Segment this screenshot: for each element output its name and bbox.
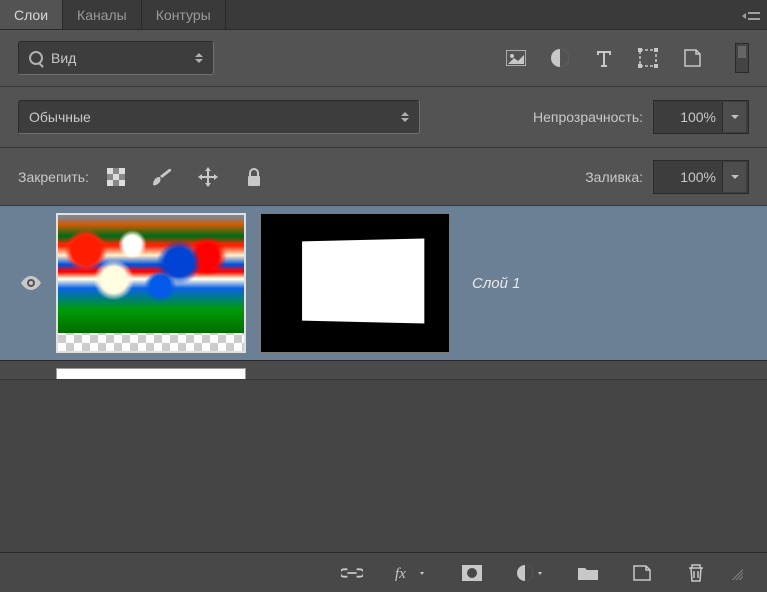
tab-paths[interactable]: Контуры [142,0,226,29]
lock-label: Закрепить: [18,169,89,185]
fill-value: 100% [664,169,716,185]
add-mask-icon[interactable] [461,562,483,584]
opacity-field[interactable]: 100% [653,100,749,134]
fill-label: Заливка: [585,169,643,185]
filter-icons [505,47,703,69]
new-group-icon[interactable] [577,562,599,584]
layer-thumbnail[interactable] [56,368,246,379]
layer-effects-icon[interactable]: fx [395,562,429,584]
lock-row: Закрепить: Заливка: 100% [0,148,767,206]
svg-text:fx: fx [395,566,406,582]
filter-kind-dropdown[interactable]: Вид [18,41,214,75]
lock-transparency-icon[interactable] [105,166,127,188]
lock-position-icon[interactable] [197,166,219,188]
fill-field[interactable]: 100% [653,160,749,194]
filter-adjustment-icon[interactable] [549,47,571,69]
filter-kind-label: Вид [51,50,76,66]
adjustment-layer-icon[interactable] [515,562,545,584]
lock-paint-icon[interactable] [151,166,173,188]
layer-name[interactable]: Слой 1 [472,275,521,292]
layer-row[interactable]: Слой 1 [0,206,767,361]
resize-grip[interactable] [729,566,743,580]
layers-list: Слой 1 Фон [0,206,767,379]
filter-smartobject-icon[interactable] [681,47,703,69]
filter-shape-icon[interactable] [637,47,659,69]
filter-pixel-icon[interactable] [505,47,527,69]
new-layer-icon[interactable] [631,562,653,584]
layers-panel: Слои Каналы Контуры Вид [0,0,767,592]
blend-row: Обычные Непрозрачность: 100% [0,86,767,148]
visibility-toggle[interactable] [6,276,56,290]
opacity-value: 100% [664,109,716,125]
tab-channels[interactable]: Каналы [63,0,142,29]
layer-thumbnail[interactable] [56,213,246,353]
opacity-label: Непрозрачность: [533,109,643,125]
blend-mode-dropdown[interactable]: Обычные [18,100,420,134]
panel-tabs: Слои Каналы Контуры [0,0,767,30]
lock-all-icon[interactable] [243,166,265,188]
layer-row[interactable]: Фон [0,361,767,379]
layer-mask-thumbnail[interactable] [260,213,450,353]
filter-toggle[interactable] [735,43,749,73]
search-icon [29,51,43,65]
filter-type-icon[interactable] [593,47,615,69]
panel-menu-button[interactable] [737,0,767,29]
tab-layers[interactable]: Слои [0,0,63,29]
filter-row: Вид [0,30,767,86]
bottom-toolbar: fx [0,552,767,592]
blend-mode-value: Обычные [29,109,91,125]
link-layers-icon[interactable] [341,562,363,584]
delete-layer-icon[interactable] [685,562,707,584]
